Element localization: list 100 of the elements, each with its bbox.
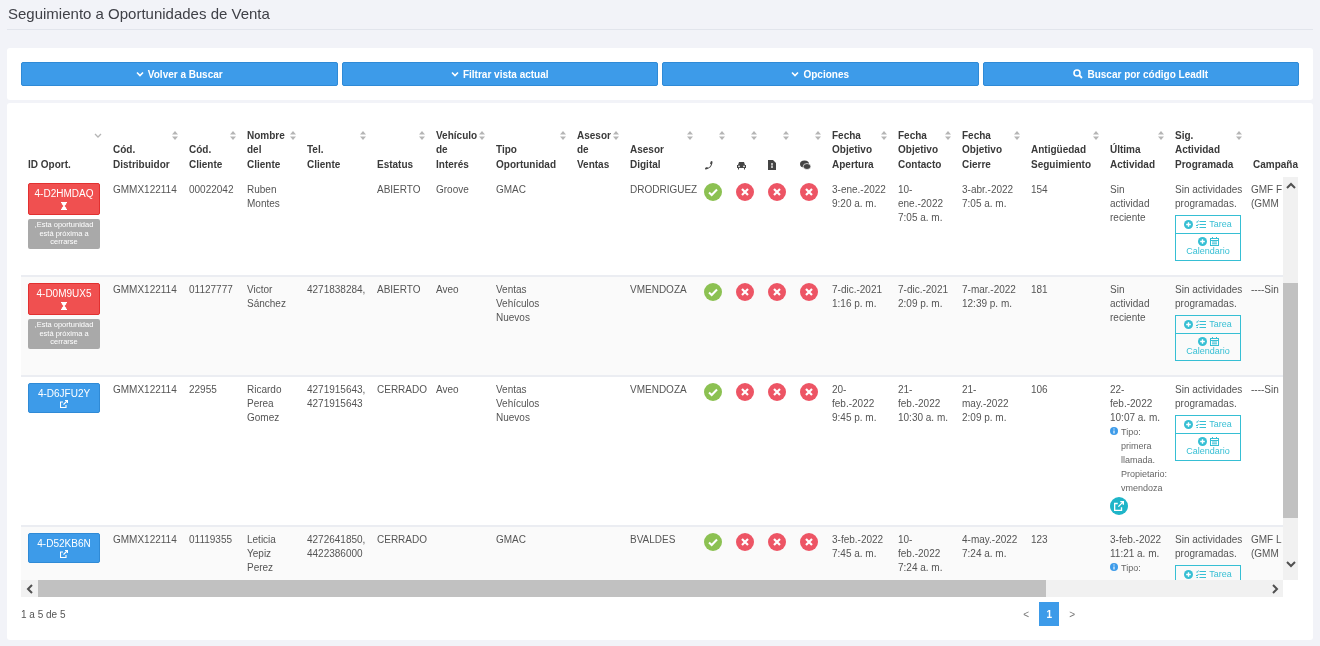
- sort-icon[interactable]: [783, 131, 789, 140]
- sort-icon[interactable]: [815, 131, 821, 140]
- sort-icon[interactable]: [1158, 131, 1164, 140]
- dropdown-button[interactable]: Filtrar vista actual: [341, 62, 658, 86]
- sort-icon[interactable]: [290, 131, 296, 140]
- opportunity-id-button[interactable]: 4-D52KB6N: [28, 533, 100, 563]
- activity-note: Tipo: primera llamada. Propietario: vmendoza: [1121, 426, 1168, 495]
- plus-circle-icon: [1197, 337, 1207, 346]
- table-cell: Aveo: [436, 284, 459, 295]
- sort-icon[interactable]: [560, 131, 566, 140]
- open-activity-button[interactable]: [1110, 497, 1128, 515]
- dropdown-button[interactable]: Volver a Buscar: [21, 62, 338, 86]
- column-header[interactable]: Estatus: [377, 157, 417, 172]
- table-cell: VMENDOZA: [630, 384, 687, 395]
- external-link-icon: [60, 550, 68, 558]
- sort-icon[interactable]: [419, 131, 425, 140]
- column-header[interactable]: Cód. Distribuidor: [113, 143, 170, 172]
- sort-icon[interactable]: [945, 131, 951, 140]
- table-cell: 21-feb.-2022 10:30 a. m.: [898, 384, 949, 423]
- opportunity-id-button[interactable]: 4-D6JFU2Y: [28, 383, 100, 413]
- next-page-link[interactable]: >: [1065, 606, 1079, 622]
- column-header[interactable]: Nombre del Cliente: [247, 128, 288, 172]
- plus-circle-icon: [1197, 237, 1207, 246]
- column-header[interactable]: Fecha Objetivo Cierre: [962, 128, 1012, 172]
- column-header[interactable]: Fecha Objetivo Contacto: [898, 128, 943, 172]
- column-header[interactable]: Tel. Cliente: [307, 143, 358, 172]
- table-cell: GMAC: [496, 534, 526, 545]
- chat-icon: [800, 160, 813, 170]
- table-cell: Victor Sánchez: [247, 284, 286, 309]
- table-cell: 10-ene.-2022 7:05 a. m.: [898, 184, 944, 223]
- table-cell: GMMX122114: [113, 184, 177, 195]
- sort-icon[interactable]: [687, 131, 693, 140]
- sort-icon[interactable]: [881, 131, 887, 140]
- column-header[interactable]: Última Actividad: [1110, 143, 1156, 172]
- column-header[interactable]: Fecha Objetivo Apertura: [832, 128, 879, 172]
- table-cell: 181: [1031, 284, 1048, 295]
- table-cell: 22955: [189, 384, 217, 395]
- sort-icon[interactable]: [1093, 131, 1099, 140]
- sort-icon[interactable]: [751, 131, 757, 140]
- table-cell: 123: [1031, 534, 1048, 545]
- search-button[interactable]: Buscar por código LeadIt: [982, 62, 1299, 86]
- column-header[interactable]: Campaña: [1253, 157, 1300, 172]
- info-icon: [1110, 427, 1118, 435]
- table-cell: 7-dic.-2021 1:16 p. m.: [832, 284, 883, 309]
- table-cell-text: ----Sin: [1251, 383, 1280, 397]
- page-button[interactable]: 1: [1039, 602, 1060, 626]
- opportunity-id-button[interactable]: 4-D0M9UX5: [28, 283, 100, 315]
- table-cell: 4271915643, 4271915643: [307, 384, 366, 409]
- table-cell: 154: [1031, 184, 1048, 195]
- table-cell: Ventas Vehículos Nuevos: [496, 384, 540, 423]
- column-header[interactable]: Sig. Actividad Programada: [1175, 128, 1234, 172]
- plus-circle-icon: [1184, 320, 1194, 329]
- list-icon: [1196, 420, 1207, 429]
- sort-icon[interactable]: [360, 131, 366, 140]
- table-cell: Groove: [436, 184, 469, 195]
- table-cell-text: Sin actividades programadas.: [1175, 383, 1244, 411]
- table-cell: GMAC: [496, 184, 526, 195]
- table-cell-text: Sin actividad reciente: [1110, 283, 1151, 325]
- table-cell-text: 3-feb.-2022 11:21 a. m.: [1110, 533, 1163, 561]
- opportunity-id-button[interactable]: 4-D2HMDAQ: [28, 183, 100, 215]
- sort-icon[interactable]: [172, 131, 178, 140]
- previous-page-link[interactable]: <: [1019, 606, 1034, 622]
- column-header[interactable]: Antigüedad Seguimiento: [1031, 143, 1091, 172]
- column-header[interactable]: ID Oport.: [28, 157, 94, 172]
- table-cell: 3-feb.-2022 7:45 a. m.: [832, 534, 884, 559]
- column-header[interactable]: Asesor Digital: [630, 143, 685, 172]
- table-cell: GMMX122114: [113, 384, 177, 395]
- table-cell: BVALDES: [630, 534, 676, 545]
- sort-icon[interactable]: [719, 131, 725, 140]
- table-cell: 10-feb.-2022 7:24 a. m.: [898, 534, 943, 573]
- column-header[interactable]: Asesor de Ventas: [577, 128, 611, 172]
- sort-icon[interactable]: [1236, 131, 1242, 140]
- horizontal-scrollbar[interactable]: [21, 580, 1283, 597]
- column-header[interactable]: Tipo Oportunidad: [496, 143, 558, 172]
- column-header[interactable]: Cód. Cliente: [189, 143, 228, 172]
- sort-icon[interactable]: [479, 131, 485, 140]
- chevron-down-icon[interactable]: [94, 133, 102, 139]
- table-cell-text: Sin actividades programadas.: [1175, 183, 1244, 211]
- sort-icon[interactable]: [1014, 131, 1020, 140]
- chevron-down-icon: [791, 70, 800, 78]
- table-cell: 3-ene.-2022 9:20 a. m.: [832, 184, 886, 209]
- table-cell: Leticia Yepiz Perez: [247, 534, 276, 573]
- table-cell: 01127777: [189, 284, 233, 295]
- list-icon: [1196, 570, 1207, 579]
- table-cell: GMF F (GMM: [1251, 183, 1283, 211]
- external-link-icon: [1114, 501, 1124, 511]
- vertical-scrollbar[interactable]: [1283, 177, 1298, 580]
- table-cell: CERRADO: [377, 534, 427, 545]
- sort-icon[interactable]: [230, 131, 236, 140]
- table-cell: 01119355: [189, 534, 232, 545]
- table-cell: 4272641850, 4422386000: [307, 534, 366, 559]
- sort-icon[interactable]: [613, 131, 619, 140]
- external-link-icon: [60, 400, 68, 408]
- plus-circle-icon: [1184, 420, 1194, 429]
- table-cell-text: 22-feb.-2022 10:07 a. m.: [1110, 383, 1162, 425]
- dropdown-button[interactable]: Opciones: [662, 62, 979, 86]
- column-header[interactable]: Vehículo de Interés: [436, 128, 477, 172]
- table-cell: GMMX122114: [113, 284, 177, 295]
- table-cell: 00022042: [189, 184, 234, 195]
- table-cell: VMENDOZA: [630, 284, 687, 295]
